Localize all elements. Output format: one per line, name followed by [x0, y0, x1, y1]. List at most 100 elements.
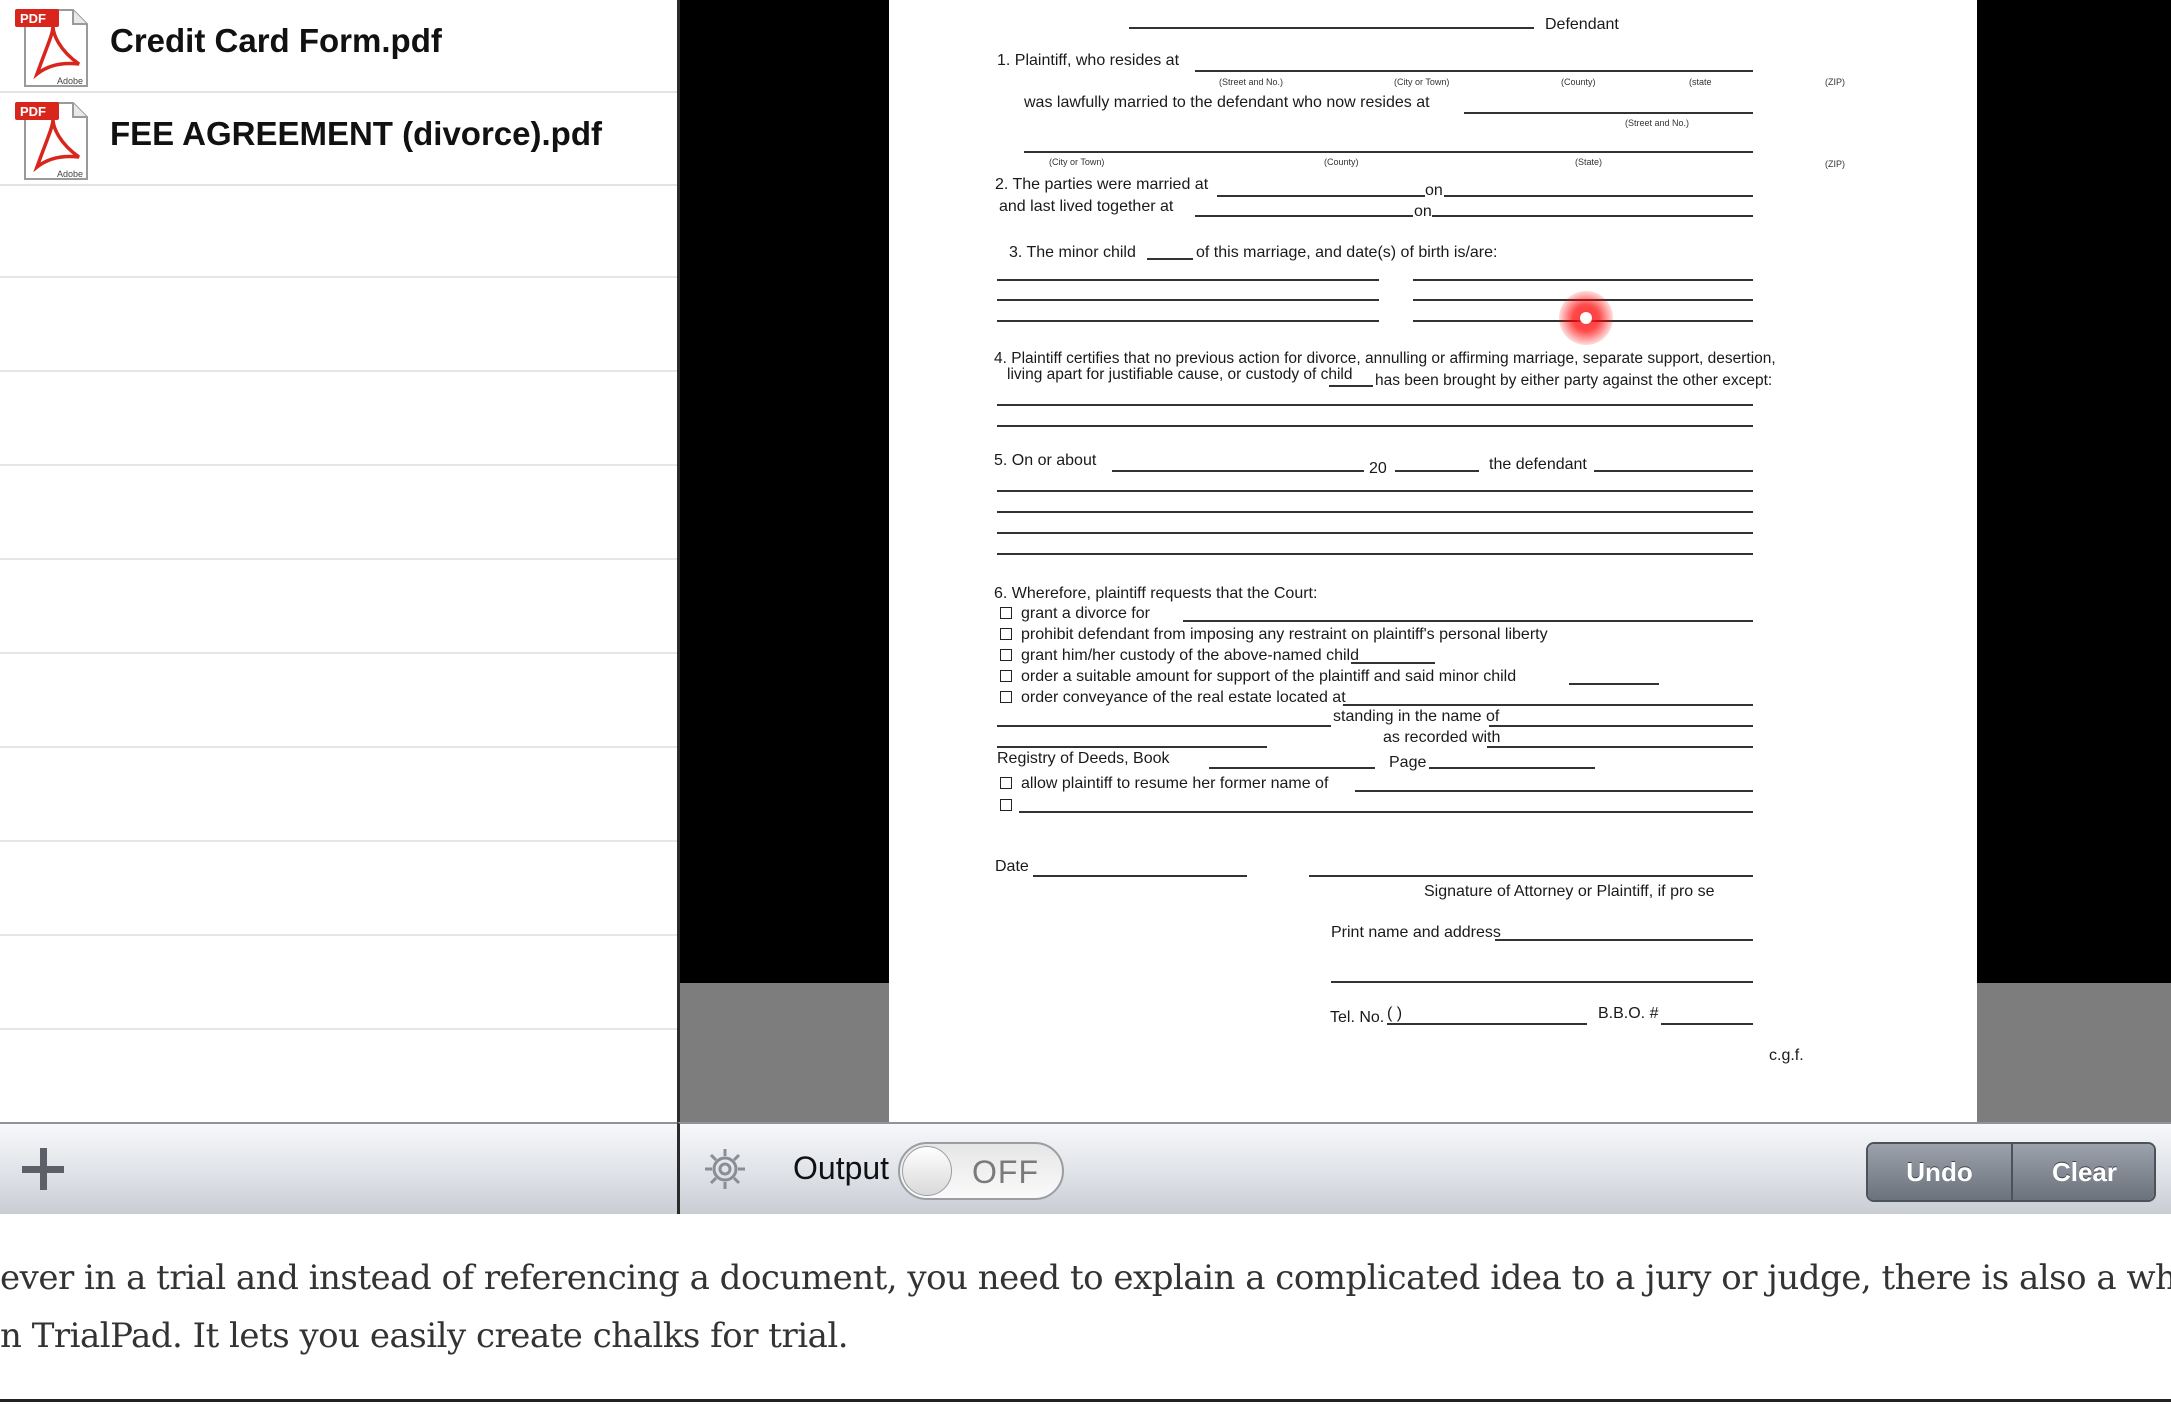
caption-line-2: n TrialPad. It lets you easily create ch… [0, 1316, 849, 1356]
form-text: Page [1389, 754, 1427, 771]
laser-core [1580, 312, 1592, 324]
list-divider [0, 558, 677, 560]
form-text: on [1414, 203, 1432, 220]
list-divider [0, 652, 677, 654]
form-sublabel: (County) [1561, 77, 1596, 87]
form-sublabel: (State) [1575, 157, 1603, 167]
form-line [1464, 112, 1753, 114]
form-paragraph-2: 2. The parties were married at [995, 176, 1209, 193]
form-text: standing in the name of [1333, 708, 1500, 725]
plus-icon[interactable] [20, 1146, 66, 1192]
form-footer: c.g.f. [1769, 1047, 1804, 1064]
caption-line-1: ever in a trial and instead of referenci… [0, 1258, 2171, 1298]
undo-button[interactable]: Undo [1868, 1144, 2013, 1200]
form-line [1387, 1023, 1587, 1025]
list-divider [0, 934, 677, 936]
form-line [1569, 683, 1659, 685]
form-line [1413, 279, 1753, 281]
form-checkbox[interactable] [1000, 649, 1012, 661]
form-line [997, 320, 1379, 322]
list-divider [0, 746, 677, 748]
form-checkbox[interactable] [1000, 799, 1012, 811]
clear-button[interactable]: Clear [2013, 1144, 2154, 1200]
form-checkbox[interactable] [1000, 628, 1012, 640]
form-line [1395, 470, 1479, 472]
form-checkbox-label: grant him/her custody of the above-named… [1021, 647, 1359, 664]
form-line [1351, 662, 1435, 664]
form-line [1024, 151, 1753, 153]
form-checkbox[interactable] [1000, 691, 1012, 703]
toggle-knob[interactable] [902, 1146, 952, 1196]
form-line [1495, 939, 1753, 941]
form-text: as recorded with [1383, 729, 1501, 746]
form-line [1195, 215, 1413, 217]
viewer-toolbar: Output OFF Undo Clear [677, 1122, 2171, 1214]
form-line [1444, 195, 1753, 197]
bbo-label: B.B.O. # [1598, 1005, 1659, 1022]
output-toggle[interactable]: OFF [898, 1142, 1064, 1200]
form-line [997, 490, 1753, 492]
list-divider [0, 464, 677, 466]
pdf-file-icon: PDF Adobe [15, 9, 88, 87]
form-sublabel: (Street and No.) [1219, 77, 1284, 87]
form-line [1183, 620, 1753, 622]
document-page[interactable]: Defendant 1. Plaintiff, who resides at (… [889, 0, 1977, 1122]
form-line [1487, 746, 1753, 748]
form-line [997, 725, 1331, 727]
form-line [997, 279, 1379, 281]
form-line [1489, 725, 1753, 727]
form-line [997, 746, 1267, 748]
form-line [1343, 704, 1753, 706]
form-sublabel: (ZIP) [1825, 77, 1845, 87]
output-label: Output [793, 1150, 890, 1186]
form-sublabel: (state [1689, 77, 1712, 87]
gear-icon[interactable] [702, 1146, 748, 1192]
form-line [997, 553, 1753, 555]
form-paragraph-6: 6. Wherefore, plaintiff requests that th… [994, 585, 1318, 602]
form-line [1112, 470, 1364, 472]
form-text: living apart for justifiable cause, or c… [1007, 366, 1353, 383]
tel-label: Tel. No. [1330, 1009, 1385, 1026]
form-checkbox[interactable] [1000, 670, 1012, 682]
document-viewer[interactable]: Defendant 1. Plaintiff, who resides at (… [677, 0, 2171, 1122]
form-line [1309, 875, 1753, 877]
form-line [997, 425, 1753, 427]
file-list-toolbar [0, 1122, 677, 1214]
file-row-credit-card-form[interactable]: PDF Adobe Credit Card Form.pdf [0, 0, 677, 93]
form-text: ( ) [1387, 1005, 1403, 1022]
form-line [997, 532, 1753, 534]
form-text: 20 [1369, 460, 1387, 477]
list-divider [0, 370, 677, 372]
svg-text:PDF: PDF [20, 104, 46, 119]
defendant-label: Defendant [1545, 16, 1619, 33]
form-text: on [1425, 182, 1443, 199]
article-caption: ever in a trial and instead of referenci… [0, 1214, 2171, 1405]
form-line [1661, 1023, 1753, 1025]
form-line [1429, 767, 1595, 769]
form-checkbox-label: prohibit defendant from imposing any res… [1021, 626, 1548, 643]
list-divider [0, 1028, 677, 1030]
list-divider [0, 840, 677, 842]
form-checkbox-label: grant a divorce for [1021, 605, 1150, 622]
form-text: of this marriage, and date(s) of birth i… [1196, 244, 1498, 261]
signature-label: Signature of Attorney or Plaintiff, if p… [1424, 883, 1715, 900]
form-text: was lawfully married to the defendant wh… [1024, 94, 1430, 111]
form-checkbox-label: order conveyance of the real estate loca… [1021, 689, 1346, 706]
form-line [1594, 470, 1753, 472]
svg-text:PDF: PDF [20, 11, 46, 26]
list-divider [0, 276, 677, 278]
form-line [1209, 767, 1375, 769]
form-checkbox[interactable] [1000, 777, 1012, 789]
pdf-file-icon: PDF Adobe [15, 102, 88, 180]
form-line [1331, 981, 1753, 983]
date-label: Date [995, 858, 1029, 875]
form-line [1129, 27, 1534, 29]
form-sublabel: (ZIP) [1825, 159, 1845, 169]
divider [0, 1399, 2171, 1402]
form-line [997, 299, 1379, 301]
file-row-fee-agreement[interactable]: PDF Adobe FEE AGREEMENT (divorce).pdf [0, 93, 677, 186]
form-checkbox[interactable] [1000, 607, 1012, 619]
form-paragraph-4: 4. Plaintiff certifies that no previous … [994, 350, 1776, 367]
form-paragraph-3: 3. The minor child [1009, 244, 1136, 261]
form-checkbox-label: allow plaintiff to resume her former nam… [1021, 775, 1329, 792]
